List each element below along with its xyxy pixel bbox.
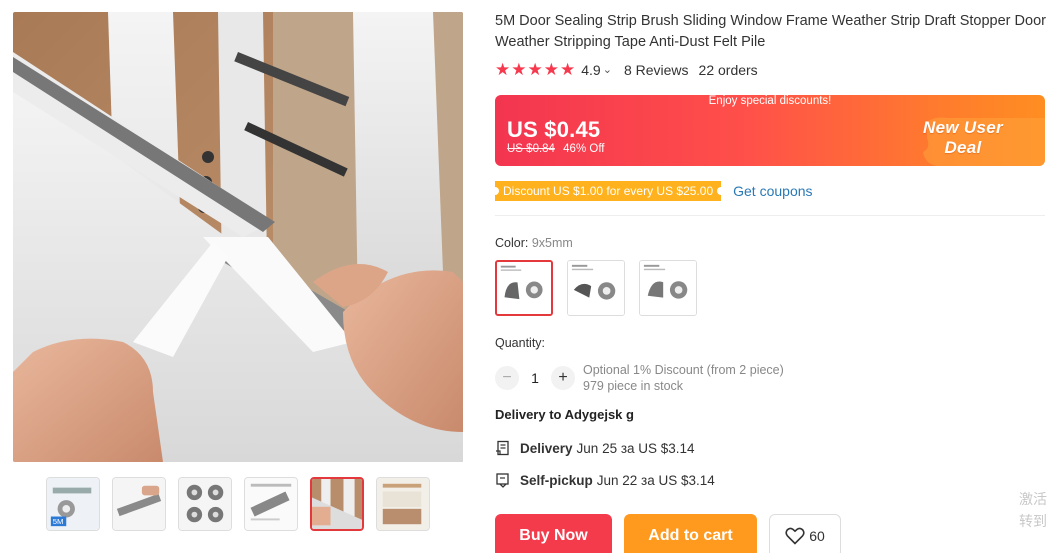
- delivery-option: Delivery Jun 25 за US $3.14: [495, 440, 695, 456]
- pickup-detail: Jun 22 за US $3.14: [596, 472, 715, 488]
- banner-promo-text: Enjoy special discounts!: [708, 95, 832, 107]
- delivery-detail: Jun 25 за US $3.14: [576, 440, 695, 456]
- wishlist-button[interactable]: 60: [769, 514, 841, 553]
- thumbnail-5[interactable]: [310, 477, 364, 531]
- star-icon: ★: [495, 60, 511, 79]
- thumbnail-2[interactable]: [112, 477, 166, 531]
- color-option-1[interactable]: [495, 260, 553, 316]
- add-to-cart-button[interactable]: Add to cart: [624, 514, 757, 553]
- wishlist-count: 60: [809, 528, 825, 544]
- quantity-input[interactable]: 1: [519, 370, 551, 386]
- buy-now-button[interactable]: Buy Now: [495, 514, 612, 553]
- new-user-deal-badge[interactable]: New User Deal: [903, 118, 1023, 158]
- action-buttons: Buy Now Add to cart 60: [495, 514, 841, 553]
- receipt-icon: [496, 440, 509, 456]
- self-pickup-option: Self-pickup Jun 22 за US $3.14: [495, 472, 715, 488]
- coupon-row: Discount US $1.00 for every US $25.00 Ge…: [490, 181, 813, 201]
- star-icon: ★: [543, 60, 559, 79]
- price-banner: Enjoy special discounts! US $0.45 US $0.…: [495, 95, 1045, 166]
- stock-count: 979 piece in stock: [583, 379, 684, 393]
- quantity-minus-button[interactable]: −: [495, 366, 519, 390]
- color-swatches: [495, 260, 697, 316]
- thumbnail-1[interactable]: 5M: [46, 477, 100, 531]
- color-label: Color: 9x5mm: [495, 236, 573, 250]
- discount-percent: 46% Off: [563, 143, 605, 155]
- reviews-link[interactable]: 8 Reviews: [624, 62, 689, 78]
- deal-line-1: New User: [923, 118, 1003, 137]
- pickup-label: Self-pickup: [520, 472, 593, 488]
- current-price: US $0.45: [507, 117, 601, 142]
- thumbnail-strip: 5M: [46, 477, 430, 531]
- divider: [495, 215, 1045, 216]
- rating-value[interactable]: 4.9: [581, 62, 600, 78]
- product-title: 5M Door Sealing Strip Brush Sliding Wind…: [495, 13, 1046, 50]
- color-option-2[interactable]: [567, 260, 625, 316]
- quantity-stepper: − 1 + Optional 1% Discount (from 2 piece…: [495, 362, 784, 394]
- thumbnail-3[interactable]: [178, 477, 232, 531]
- deal-line-2: Deal: [944, 138, 982, 157]
- thumbnail-6[interactable]: [376, 477, 430, 531]
- quantity-plus-button[interactable]: +: [551, 366, 575, 390]
- watermark-line-1: 激活: [1019, 491, 1047, 507]
- coupon-tag: Discount US $1.00 for every US $25.00: [490, 181, 726, 201]
- price-old-row: US $0.84 46% Off: [507, 143, 605, 155]
- quantity-discount-note: Optional 1% Discount (from 2 piece): [583, 363, 784, 377]
- rating-row: ★ ★ ★ ★ ★ 4.9 ⌄ 8 Reviews 22 orders: [495, 61, 758, 79]
- star-icon: ★: [527, 60, 543, 79]
- star-icon: ★: [511, 60, 527, 79]
- watermark-line-2: 转到: [1019, 513, 1047, 529]
- star-icon: ★: [560, 60, 576, 79]
- delivery-destination[interactable]: Delivery to Adygejsk g: [495, 407, 634, 422]
- quantity-info: Optional 1% Discount (from 2 piece) 979 …: [583, 362, 784, 394]
- rating-stars: ★ ★ ★ ★ ★: [495, 61, 575, 79]
- orders-count: 22 orders: [698, 62, 758, 78]
- chevron-down-icon[interactable]: ⌄: [603, 63, 612, 76]
- get-coupons-link[interactable]: Get coupons: [733, 183, 812, 199]
- color-label-text: Color:: [495, 236, 529, 250]
- delivery-label: Delivery: [520, 440, 573, 456]
- color-option-3[interactable]: [639, 260, 697, 316]
- heart-icon: [785, 527, 805, 545]
- pickup-icon: [496, 473, 509, 488]
- original-price: US $0.84: [507, 143, 555, 155]
- quantity-label: Quantity:: [495, 336, 546, 350]
- color-selected-value: 9x5mm: [531, 236, 573, 250]
- main-product-image[interactable]: [13, 12, 463, 462]
- thumb-badge-5m: 5M: [53, 517, 64, 526]
- activation-watermark: 激活 转到: [1019, 488, 1055, 532]
- thumbnail-4[interactable]: [244, 477, 298, 531]
